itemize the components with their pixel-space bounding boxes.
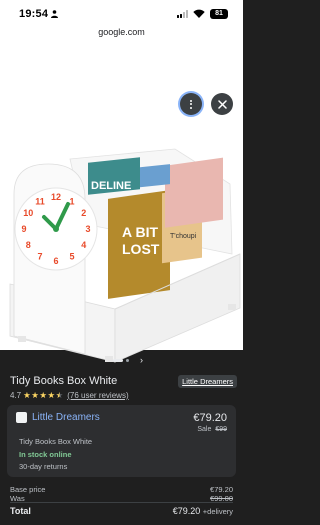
star-icon: ★ <box>39 390 47 401</box>
product-rating: 4.7 ★ ★ ★ ★ ★ (76 user reviews) <box>10 391 129 400</box>
total-value-group: €79.20 +delivery <box>173 506 233 516</box>
close-button[interactable] <box>211 93 233 115</box>
rating-value: 4.7 <box>10 391 22 400</box>
product-title: Tidy Books Box White <box>10 375 118 387</box>
clock-number: 3 <box>85 224 90 234</box>
book-title-line1: A BIT <box>122 224 158 240</box>
battery-icon: 81 <box>210 9 228 19</box>
delivery-note: +delivery <box>202 507 233 516</box>
clock-number: 9 <box>21 224 26 234</box>
base-price-label: Base price <box>10 485 46 494</box>
offer-price: €79.20 <box>193 412 227 424</box>
returns-policy: 30-day returns <box>19 462 68 471</box>
clock-number: 8 <box>26 240 31 250</box>
more-options-button[interactable] <box>180 93 202 115</box>
chevron-right-icon[interactable]: › <box>140 355 143 365</box>
status-time: 19:54 <box>19 8 49 20</box>
carousel-dot-active[interactable] <box>113 359 123 362</box>
star-icon: ★ <box>47 390 56 401</box>
book-title-line2: LOST <box>122 241 160 257</box>
close-icon <box>217 99 227 109</box>
base-price-value: €79.20 <box>210 485 233 494</box>
book-sign-text: DELINE <box>91 180 131 192</box>
carousel-dot[interactable] <box>126 359 129 362</box>
sale-info: Sale €99 <box>197 426 227 433</box>
summary-divider <box>10 502 233 503</box>
product-image-viewer[interactable]: DELINE A BIT LOST T'choupi 12 1 2 3 4 5 6 7 8 9 10… <box>0 42 243 388</box>
clock-number: 6 <box>53 256 58 266</box>
seller-favicon-icon <box>16 412 27 423</box>
more-vert-icon <box>190 99 192 109</box>
total-value: €79.20 <box>172 506 201 516</box>
cellular-signal-icon <box>177 10 189 18</box>
clock-number: 7 <box>37 252 42 262</box>
clock-number: 2 <box>81 208 86 218</box>
clock-number: 10 <box>23 208 33 218</box>
clock-number: 1 <box>69 196 74 206</box>
clock-number: 5 <box>69 252 74 262</box>
status-bar: 19:54 81 <box>0 0 243 22</box>
image-source-link[interactable]: Little Dreamers <box>178 375 237 388</box>
rating-stars: ★ ★ ★ ★ ★ <box>23 391 63 400</box>
browser-top: 19:54 81 google.com <box>0 0 243 42</box>
clock-number: 4 <box>81 240 86 250</box>
wifi-icon <box>193 9 205 18</box>
clock-number: 12 <box>51 192 61 202</box>
product-image: DELINE A BIT LOST T'choupi 12 12 3 45 6 789 10… <box>9 148 241 363</box>
image-carousel-indicator: › <box>0 355 243 367</box>
star-icon: ★ <box>31 390 39 401</box>
sale-label: Sale <box>197 426 212 433</box>
star-half-icon: ★ <box>55 390 64 401</box>
seller-name[interactable]: Little Dreamers <box>32 412 100 423</box>
star-icon: ★ <box>23 390 31 401</box>
small-book-text: T'choupi <box>170 233 197 240</box>
url-bar[interactable]: google.com <box>0 27 243 37</box>
user-reviews-link[interactable]: (76 user reviews) <box>67 391 128 400</box>
offer-card[interactable]: Little Dreamers €79.20 Sale €99 Tidy Boo… <box>7 405 236 477</box>
clock-number: 11 <box>35 196 45 206</box>
total-label: Total <box>10 506 31 516</box>
stock-status: In stock online <box>19 450 72 459</box>
base-price-row: Base price €79.20 <box>10 485 233 494</box>
person-icon <box>51 10 58 18</box>
offer-product-name: Tidy Books Box White <box>19 437 93 446</box>
was-price: €99 <box>215 426 227 433</box>
total-row: Total €79.20 +delivery <box>10 506 233 516</box>
